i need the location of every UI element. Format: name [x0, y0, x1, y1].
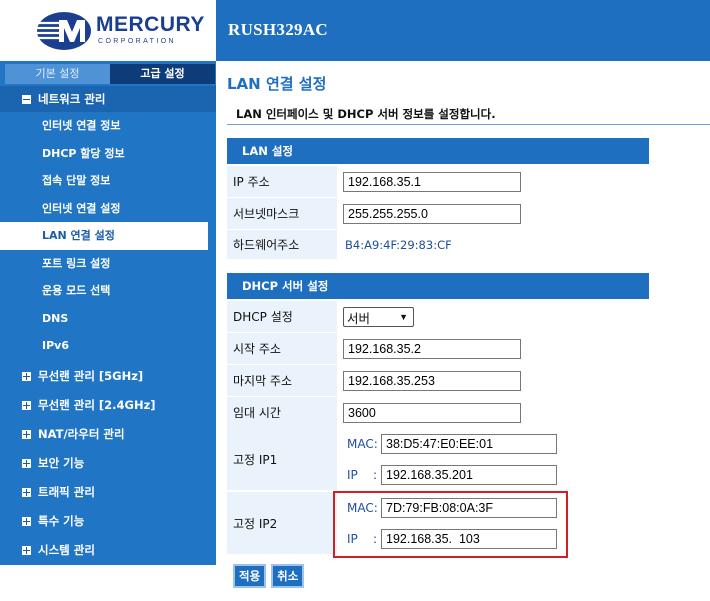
static-ip1-cell: MAC: IP :	[339, 428, 649, 491]
lan-hw-value: B4:A9:4F:29:83:CF	[345, 238, 452, 252]
static-ip1-mac-line: MAC:	[343, 428, 557, 459]
mercury-logo-icon	[36, 12, 91, 50]
tab-advanced-settings[interactable]: 고급 설정	[110, 64, 215, 84]
chevron-down-icon: ▼	[399, 312, 408, 322]
dhcp-lease-label: 임대 시간	[227, 397, 337, 429]
brand-subtitle: CORPORATION	[98, 38, 176, 45]
dhcp-end-row: 마지막 주소	[227, 365, 649, 397]
sidebar-group-network[interactable]: 네트워크 관리	[0, 86, 216, 112]
dhcp-mode-select[interactable]: 서버 ▼	[343, 307, 414, 327]
static-ip2-label: 고정 IP2	[227, 492, 337, 555]
sidebar-group-nat-router[interactable]: NAT/라우터 관리	[0, 420, 216, 449]
sidebar-group-wireless-24ghz[interactable]: 무선랜 관리 [2.4GHz]	[0, 391, 216, 420]
dhcp-end-cell	[339, 365, 649, 397]
sidebar-group-traffic[interactable]: 트래픽 관리	[0, 478, 216, 507]
page-description-box: LAN 인터페이스 및 DHCP 서버 정보를 설정합니다.	[227, 101, 710, 125]
static-ip1-ip-input[interactable]	[381, 464, 557, 485]
sidebar-group-label: 무선랜 관리 [5GHz]	[38, 368, 144, 383]
sidebar-group-special[interactable]: 특수 기능	[0, 507, 216, 536]
dhcp-mode-label: DHCP 설정	[227, 301, 337, 333]
static-ip1-mac-input[interactable]	[381, 433, 557, 454]
lan-subnet-cell	[339, 198, 649, 230]
lan-ip-label: IP 주소	[227, 166, 337, 198]
sidebar-item-port-link[interactable]: 포트 링크 설정	[0, 250, 216, 278]
sidebar-item-internet-setup[interactable]: 인터넷 연결 설정	[0, 195, 216, 223]
logo: MERCURY CORPORATION	[0, 0, 216, 61]
sidebar-item-lan-setup[interactable]: LAN 연결 설정	[0, 222, 208, 250]
sidebar-group-label: 트래픽 관리	[38, 484, 95, 499]
expand-icon	[22, 545, 31, 555]
dhcp-mode-row: DHCP 설정 서버 ▼	[227, 301, 649, 333]
header-bar: RUSH329AC	[216, 0, 710, 61]
expand-icon	[22, 429, 31, 439]
sidebar-group-label: 보안 기능	[38, 455, 85, 470]
sidebar-item-clients[interactable]: 접속 단말 정보	[0, 167, 216, 195]
static-ip1-ip-tag: IP :	[347, 467, 378, 482]
lan-subnet-input[interactable]	[343, 204, 521, 224]
dhcp-end-label: 마지막 주소	[227, 365, 337, 397]
cancel-button[interactable]: 취소	[271, 564, 305, 588]
collapse-icon	[22, 95, 31, 104]
static-ip1-label: 고정 IP1	[227, 428, 337, 491]
lan-hw-label: 하드웨어주소	[227, 230, 337, 260]
expand-icon	[22, 458, 31, 468]
sidebar-group-label: 시스템 관리	[38, 542, 95, 557]
dhcp-lease-row: 임대 시간	[227, 397, 649, 429]
static-ip1-ip-line: IP :	[343, 459, 557, 490]
dhcp-start-cell	[339, 333, 649, 365]
dhcp-lease-cell	[339, 397, 649, 429]
network-submenu: 인터넷 연결 정보 DHCP 할당 정보 접속 단말 정보 인터넷 연결 설정 …	[0, 112, 216, 362]
lan-section-header: LAN 설정	[227, 138, 649, 164]
sidebar-item-op-mode[interactable]: 운용 모드 선택	[0, 277, 216, 305]
model-name: RUSH329AC	[228, 20, 328, 39]
sidebar-group-label: 무선랜 관리 [2.4GHz]	[38, 397, 156, 412]
expand-icon	[22, 400, 31, 410]
lan-hw-cell: B4:A9:4F:29:83:CF	[339, 230, 649, 260]
dhcp-end-input[interactable]	[343, 371, 521, 391]
expand-icon	[22, 516, 31, 526]
brand-name: MERCURY	[96, 13, 205, 36]
dhcp-section-header: DHCP 서버 설정	[227, 273, 649, 299]
dhcp-mode-cell: 서버 ▼	[339, 301, 649, 333]
tab-basic-settings[interactable]: 기본 설정	[5, 64, 110, 84]
highlight-annotation-box	[333, 491, 568, 558]
sidebar-group-system[interactable]: 시스템 관리	[0, 536, 216, 565]
sidebar: 기본 설정 고급 설정 네트워크 관리 인터넷 연결 정보 DHCP 할당 정보…	[0, 61, 216, 565]
lan-ip-row: IP 주소	[227, 166, 649, 198]
sidebar-group-security[interactable]: 보안 기능	[0, 449, 216, 478]
dhcp-lease-input[interactable]	[343, 403, 521, 423]
dhcp-start-label: 시작 주소	[227, 333, 337, 365]
sidebar-menu: 네트워크 관리 인터넷 연결 정보 DHCP 할당 정보 접속 단말 정보 인터…	[0, 86, 216, 565]
page-title: LAN 연결 설정	[227, 75, 327, 93]
static-ip1-mac-tag: MAC:	[347, 436, 378, 451]
lan-subnet-label: 서브넷마스크	[227, 198, 337, 230]
dhcp-start-row: 시작 주소	[227, 333, 649, 365]
sidebar-item-internet-info[interactable]: 인터넷 연결 정보	[0, 112, 216, 140]
expand-icon	[22, 371, 31, 381]
sidebar-group-wireless-5ghz[interactable]: 무선랜 관리 [5GHz]	[0, 362, 216, 391]
sidebar-tabs: 기본 설정 고급 설정	[5, 64, 215, 84]
sidebar-group-label: NAT/라우터 관리	[38, 426, 125, 441]
apply-button[interactable]: 적용	[233, 564, 267, 588]
lan-ip-input[interactable]	[343, 172, 521, 192]
sidebar-item-dhcp-info[interactable]: DHCP 할당 정보	[0, 140, 216, 168]
dhcp-start-input[interactable]	[343, 339, 521, 359]
sidebar-group-label: 특수 기능	[38, 513, 85, 528]
page-description: LAN 인터페이스 및 DHCP 서버 정보를 설정합니다.	[236, 107, 496, 121]
lan-subnet-row: 서브넷마스크	[227, 198, 649, 230]
sidebar-group-label: 네트워크 관리	[38, 92, 106, 106]
dhcp-mode-selected: 서버	[347, 311, 371, 326]
sidebar-item-ipv6[interactable]: IPv6	[0, 332, 216, 360]
expand-icon	[22, 487, 31, 497]
lan-ip-cell	[339, 166, 649, 198]
sidebar-item-dns[interactable]: DNS	[0, 305, 216, 333]
form-buttons: 적용 취소	[233, 564, 305, 588]
static-ip1-row: 고정 IP1 MAC: IP :	[227, 428, 649, 491]
lan-hw-row: 하드웨어주소 B4:A9:4F:29:83:CF	[227, 230, 649, 260]
